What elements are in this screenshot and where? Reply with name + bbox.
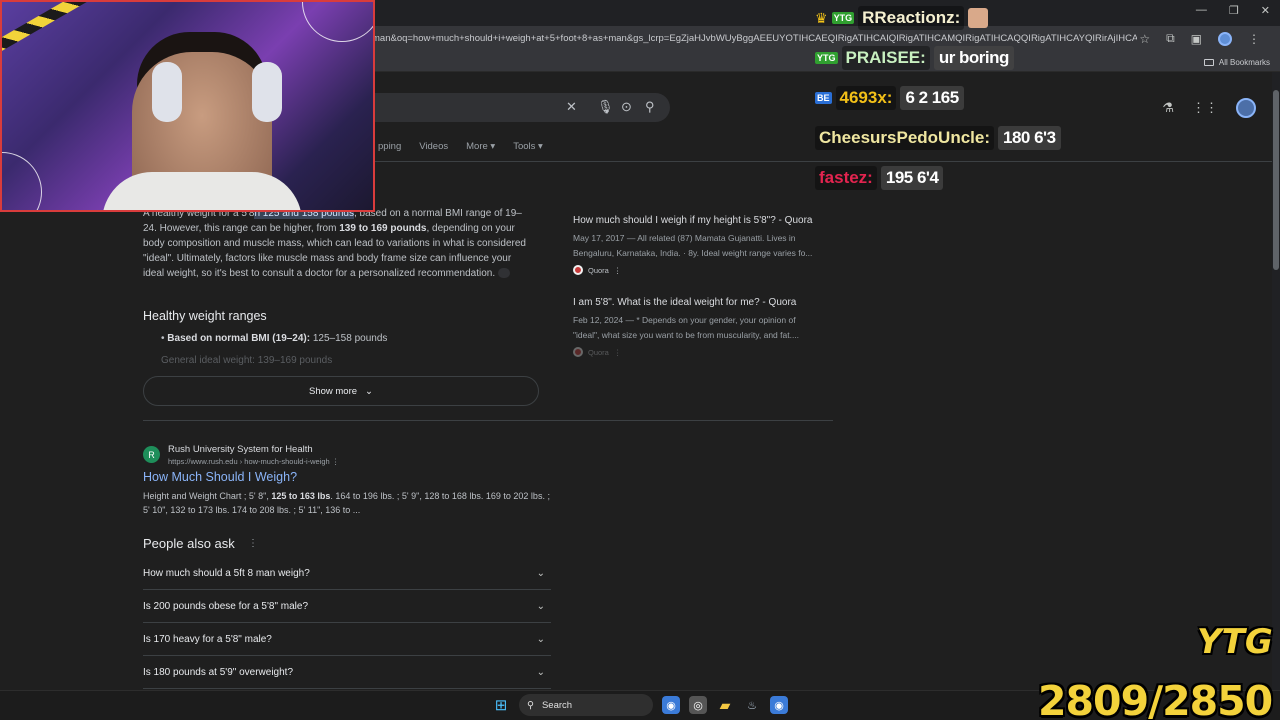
tab-tools[interactable]: Tools ▾: [513, 141, 543, 152]
star-bookmark-icon[interactable]: ☆: [1139, 32, 1150, 46]
paa-question[interactable]: Is 200 pounds obese for a 5'8" male? ⌄: [143, 590, 551, 623]
chat-text: 6 2 165: [900, 86, 964, 110]
tab-videos[interactable]: Videos: [419, 141, 448, 152]
headset-left: [152, 62, 182, 122]
quora-result-meta: May 17, 2017 — All related (87) Mamata G…: [573, 233, 813, 258]
bullet-general-ideal: General ideal weight: 139–169 pounds: [161, 355, 333, 366]
quora-result-title[interactable]: I am 5'8". What is the ideal weight for …: [573, 297, 796, 308]
result-snippet: Height and Weight Chart ; 5' 8", 125 to …: [143, 491, 550, 515]
chat-message: fastez: 195 6'4: [815, 166, 944, 190]
all-bookmarks-label: All Bookmarks: [1218, 58, 1270, 67]
windows-start-icon[interactable]: ⊞: [492, 696, 510, 714]
result-site-url[interactable]: https://www.rush.edu › how-much-should-i…: [168, 457, 339, 466]
quora-result-title[interactable]: How much should I weigh if my height is …: [573, 215, 812, 226]
bullet-normal-bmi: • Based on normal BMI (19–24): 125–158 p…: [161, 333, 388, 344]
chat-message: BE 4693x: 6 2 165: [815, 86, 964, 110]
paa-menu-icon[interactable]: ⋮: [248, 538, 258, 549]
chat-text: 195 6'4: [880, 166, 944, 190]
tab-shopping[interactable]: pping: [378, 141, 401, 152]
window-controls: — ❐ ✕: [1196, 4, 1270, 17]
crown-icon: ♛: [815, 9, 828, 26]
quora-result-meta: Feb 12, 2024 — * Depends on your gender,…: [573, 315, 800, 340]
search-tabs: pping Videos More ▾ Tools ▾: [378, 141, 543, 152]
emote-icon: [968, 8, 989, 28]
taskbar-search[interactable]: ⚲ Search: [519, 694, 653, 716]
ytg-logo: YTG: [1197, 622, 1273, 662]
file-explorer-icon[interactable]: ▰: [716, 696, 734, 714]
paa-question[interactable]: How much should a 5ft 8 man weigh? ⌄: [143, 557, 551, 590]
chat-username: fastez:: [815, 166, 877, 190]
taskbar-items: ⊞ ⚲ Search ◉ ◎ ▰ ♨ ◉: [492, 694, 788, 716]
chat-username: CheesursPedoUncle:: [815, 126, 994, 150]
chat-username: RReactionz:: [858, 6, 965, 30]
url-text[interactable]: man&oq=how+much+should+i+weigh+at+5+foot…: [372, 33, 1137, 49]
obs-icon[interactable]: ◎: [689, 696, 707, 714]
quora-icon: [573, 347, 583, 357]
quora-source[interactable]: Quora ⋮: [573, 347, 621, 357]
minimize-icon[interactable]: —: [1196, 4, 1207, 17]
chevron-down-icon: ⌄: [536, 600, 545, 612]
chat-message: CheesursPedoUncle: 180 6'3: [815, 126, 1061, 150]
chrome-icon[interactable]: ◉: [662, 696, 680, 714]
close-window-icon[interactable]: ✕: [1261, 4, 1270, 17]
link-icon[interactable]: [497, 268, 510, 279]
clear-search-icon[interactable]: ✕: [566, 99, 577, 115]
microphone-icon[interactable]: 🎙: [597, 99, 614, 115]
result-site-name[interactable]: Rush University System for Health: [168, 444, 313, 455]
chat-username: PRAISEE:: [841, 46, 930, 70]
google-header-right: ⚗ ⋮⋮: [1162, 98, 1256, 118]
headset-right: [252, 62, 282, 122]
all-bookmarks-button[interactable]: All Bookmarks: [1203, 58, 1270, 67]
stream-counter: 2809/2850: [1038, 677, 1273, 720]
chevron-down-icon: ⌄: [536, 633, 545, 645]
chat-badge: YTG: [815, 52, 838, 64]
labs-flask-icon[interactable]: ⚗: [1162, 100, 1174, 116]
chat-text: ur boring: [933, 46, 1014, 70]
paa-question[interactable]: Is 170 heavy for a 5'8" male? ⌄: [143, 623, 551, 656]
quora-source[interactable]: Quora ⋮: [573, 265, 621, 275]
kebab-icon[interactable]: ⋮: [614, 266, 622, 275]
chrome-icon[interactable]: ◉: [770, 696, 788, 714]
address-bar-icons: ☆ ⧉ ▣ ⋮: [1139, 31, 1260, 46]
steam-icon[interactable]: ♨: [743, 696, 761, 714]
rush-favicon: R: [143, 446, 160, 463]
scrollbar-thumb[interactable]: [1273, 90, 1279, 270]
result-title-link[interactable]: How Much Should I Weigh?: [143, 470, 297, 484]
extensions-icon[interactable]: ⧉: [1166, 31, 1175, 46]
chat-username: 4693x:: [835, 86, 897, 110]
streamer-shirt: [102, 172, 302, 210]
spiderweb-decoration: [2, 152, 42, 210]
show-more-button[interactable]: Show more ⌄: [143, 376, 539, 406]
folder-icon: [1203, 59, 1214, 66]
people-also-ask-heading: People also ask: [143, 536, 235, 551]
tab-more[interactable]: More ▾: [466, 141, 495, 152]
webcam-overlay: [0, 0, 375, 212]
chat-message: ♛ YTG RReactionz:: [815, 6, 989, 30]
profile-avatar[interactable]: [1218, 31, 1232, 46]
chat-badge: YTG: [831, 12, 855, 24]
paa-question[interactable]: Is 180 pounds at 5'9" overweight? ⌄: [143, 656, 551, 689]
apps-grid-icon[interactable]: ⋮⋮: [1192, 100, 1218, 116]
chat-badge: BE: [815, 92, 832, 104]
google-account-avatar[interactable]: [1236, 98, 1256, 118]
maximize-icon[interactable]: ❐: [1229, 4, 1239, 17]
menu-kebab-icon[interactable]: ⋮: [1248, 32, 1260, 46]
chevron-down-icon: ⌄: [365, 385, 374, 397]
healthy-weight-heading: Healthy weight ranges: [143, 309, 267, 323]
chat-text: 180 6'3: [998, 126, 1061, 150]
chevron-down-icon: ⌄: [536, 666, 545, 678]
chat-message: YTG PRAISEE: ur boring: [815, 46, 1014, 70]
sidepanel-icon[interactable]: ▣: [1191, 32, 1202, 46]
search-icon[interactable]: ⚲: [645, 99, 655, 115]
chevron-down-icon: ⌄: [536, 567, 545, 579]
spiderweb-decoration: [302, 2, 373, 42]
ai-overview-text: A healthy weight for a 5'8n 125 and 158 …: [143, 208, 526, 279]
section-divider: [143, 420, 833, 421]
lens-icon[interactable]: ⊙: [621, 99, 632, 115]
caution-tape: [2, 2, 107, 56]
search-icon: ⚲: [527, 699, 534, 711]
quora-icon: [573, 265, 583, 275]
